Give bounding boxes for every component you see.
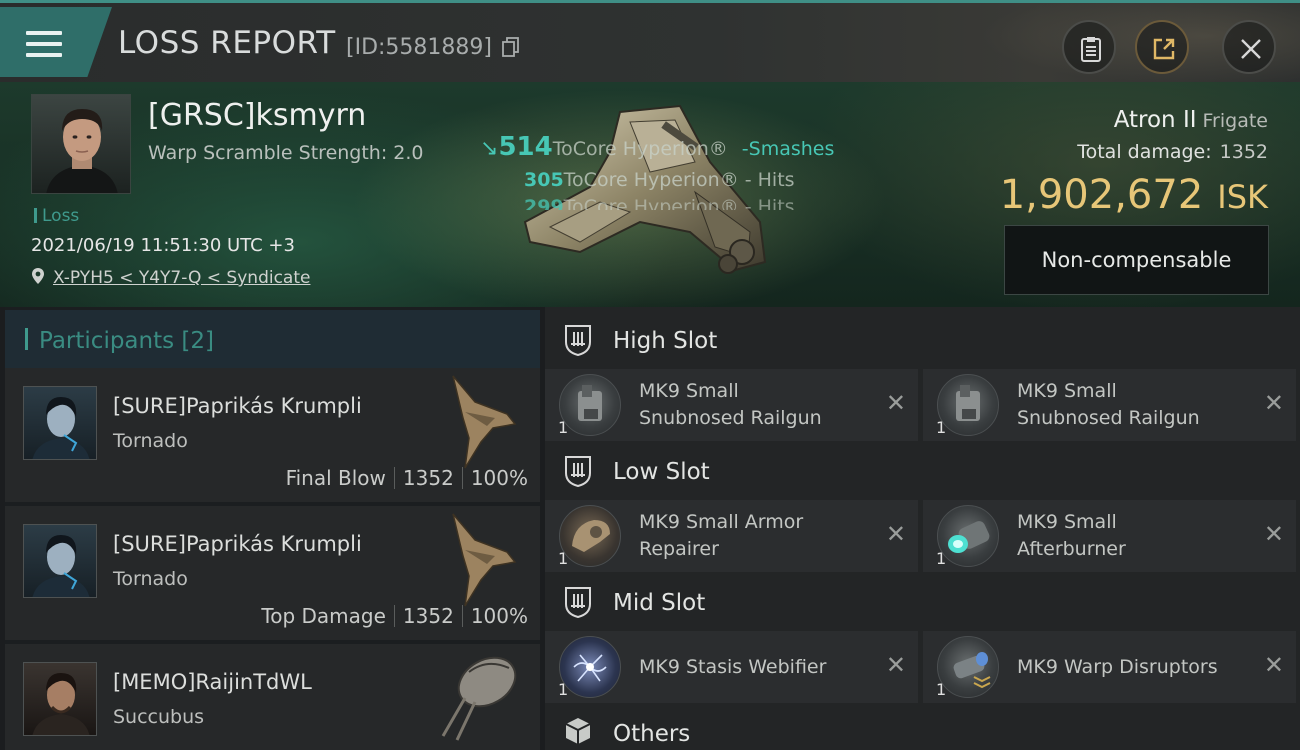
top-bar: LOSS REPORT [ID:5581889] — [0, 0, 1300, 85]
participant-avatar — [23, 662, 97, 736]
others-slot-header: Others — [545, 703, 1300, 750]
isk-value: 1,902,672 ISK — [999, 172, 1268, 218]
stasis-webifier-icon — [559, 636, 621, 698]
slot-shield-icon — [565, 456, 591, 487]
railgun-icon — [559, 374, 621, 436]
damage-log-line: 299ToCore Hyperion® - Hits — [524, 196, 795, 210]
total-damage: Total damage: 1352 — [1077, 141, 1268, 163]
participant-ship-image — [452, 375, 517, 469]
module-card[interactable]: 1 MK9 Small Afterburner ✕ — [923, 500, 1296, 572]
clipboard-icon — [1081, 37, 1101, 62]
participants-header: Participants [2] — [5, 310, 540, 370]
menu-button[interactable] — [0, 7, 112, 77]
page-title: LOSS REPORT — [118, 25, 336, 61]
report-id: [ID:5581889] — [346, 35, 492, 60]
close-icon[interactable]: ✕ — [886, 391, 906, 415]
clipboard-button[interactable] — [1062, 20, 1116, 74]
close-icon[interactable]: ✕ — [1264, 391, 1284, 415]
participant-ship: Tornado — [113, 430, 188, 452]
module-name: MK9 Small Armor Repairer — [639, 511, 804, 560]
damage-log-line: 305ToCore Hyperion® - Hits — [524, 169, 795, 191]
afterburner-icon — [937, 505, 999, 567]
participant-ship-image — [452, 513, 517, 607]
close-icon[interactable]: ✕ — [1264, 522, 1284, 546]
module-card[interactable]: 1 MK9 Small Snubnosed Railgun ✕ — [923, 369, 1296, 441]
participant-stats: Top Damage 1352 100% — [261, 604, 528, 628]
armor-repairer-icon — [559, 505, 621, 567]
hamburger-icon[interactable] — [26, 31, 62, 59]
participant-row[interactable]: [SURE]Paprikás Krumpli Tornado Top Damag… — [5, 506, 540, 640]
module-name: MK9 Warp Disruptors — [1017, 656, 1218, 678]
damage-log-line: ↘514ToCore Hyperion® -Smashes — [480, 132, 835, 162]
compensation-status: Non-compensable — [1004, 225, 1269, 295]
close-icon — [1241, 39, 1261, 59]
slot-shield-icon — [565, 587, 591, 618]
low-slot-header: Low Slot — [545, 441, 1300, 503]
close-button[interactable] — [1222, 20, 1276, 74]
module-card[interactable]: 1 MK9 Stasis Webifier ✕ — [545, 631, 918, 703]
participant-ship: Succubus — [113, 706, 205, 728]
damage-log: ↘514ToCore Hyperion® -Smashes 305ToCore H… — [480, 128, 860, 210]
close-icon[interactable]: ✕ — [886, 522, 906, 546]
participant-avatar — [23, 386, 97, 460]
module-name: MK9 Small Snubnosed Railgun — [1017, 380, 1200, 429]
fitting-panel: High Slot 1 MK9 Small Snubnosed Railgun ✕… — [545, 307, 1300, 750]
map-pin-icon — [32, 268, 44, 284]
participant-name: [SURE]Paprikás Krumpli — [113, 394, 362, 418]
participant-stats: Final Blow 1352 100% — [285, 466, 528, 490]
warp-scramble-strength: Warp Scramble Strength: 2.0 — [148, 142, 424, 164]
module-name: MK9 Stasis Webifier — [639, 656, 827, 678]
high-slot-header: High Slot — [545, 310, 1300, 372]
cube-icon — [565, 718, 591, 744]
loss-datetime: 2021/06/19 11:51:30 UTC +3 — [31, 235, 295, 256]
participant-name: [MEMO]RaijinTdWL — [113, 670, 312, 694]
victim-ship-name[interactable]: Atron II Frigate — [1114, 107, 1268, 133]
module-name: MK9 Small Snubnosed Railgun — [639, 380, 822, 429]
module-card[interactable]: 1 MK9 Warp Disruptors ✕ — [923, 631, 1296, 703]
loss-location-link[interactable]: X-PYH5 < Y4Y7-Q < Syndicate — [31, 267, 310, 288]
participant-ship-image — [441, 656, 517, 741]
module-card[interactable]: 1 MK9 Small Snubnosed Railgun ✕ — [545, 369, 918, 441]
loss-summary-banner: [GRSC]ksmyrn Warp Scramble Strength: 2.0… — [0, 82, 1300, 307]
participant-name: [SURE]Paprikás Krumpli — [113, 532, 362, 556]
participant-avatar — [23, 524, 97, 598]
participant-row[interactable]: [MEMO]RaijinTdWL Succubus — [5, 644, 540, 750]
participants-panel: Participants [2] [SURE]Paprikás Krumpli … — [5, 307, 540, 750]
railgun-icon — [937, 374, 999, 436]
slot-shield-icon — [565, 325, 591, 356]
victim-name[interactable]: [GRSC]ksmyrn — [148, 98, 366, 133]
warp-disruptor-icon — [937, 636, 999, 698]
copy-icon[interactable] — [502, 37, 520, 57]
participant-ship: Tornado — [113, 568, 188, 590]
loss-badge: Loss — [34, 206, 79, 226]
victim-avatar[interactable] — [31, 94, 131, 194]
mid-slot-header: Mid Slot — [545, 572, 1300, 634]
participant-row[interactable]: [SURE]Paprikás Krumpli Tornado Final Blo… — [5, 368, 540, 502]
module-name: MK9 Small Afterburner — [1017, 511, 1126, 560]
close-icon[interactable]: ✕ — [1264, 653, 1284, 677]
module-card[interactable]: 1 MK9 Small Armor Repairer ✕ — [545, 500, 918, 572]
close-icon[interactable]: ✕ — [886, 653, 906, 677]
share-icon — [1153, 38, 1175, 60]
share-button[interactable] — [1135, 20, 1189, 74]
